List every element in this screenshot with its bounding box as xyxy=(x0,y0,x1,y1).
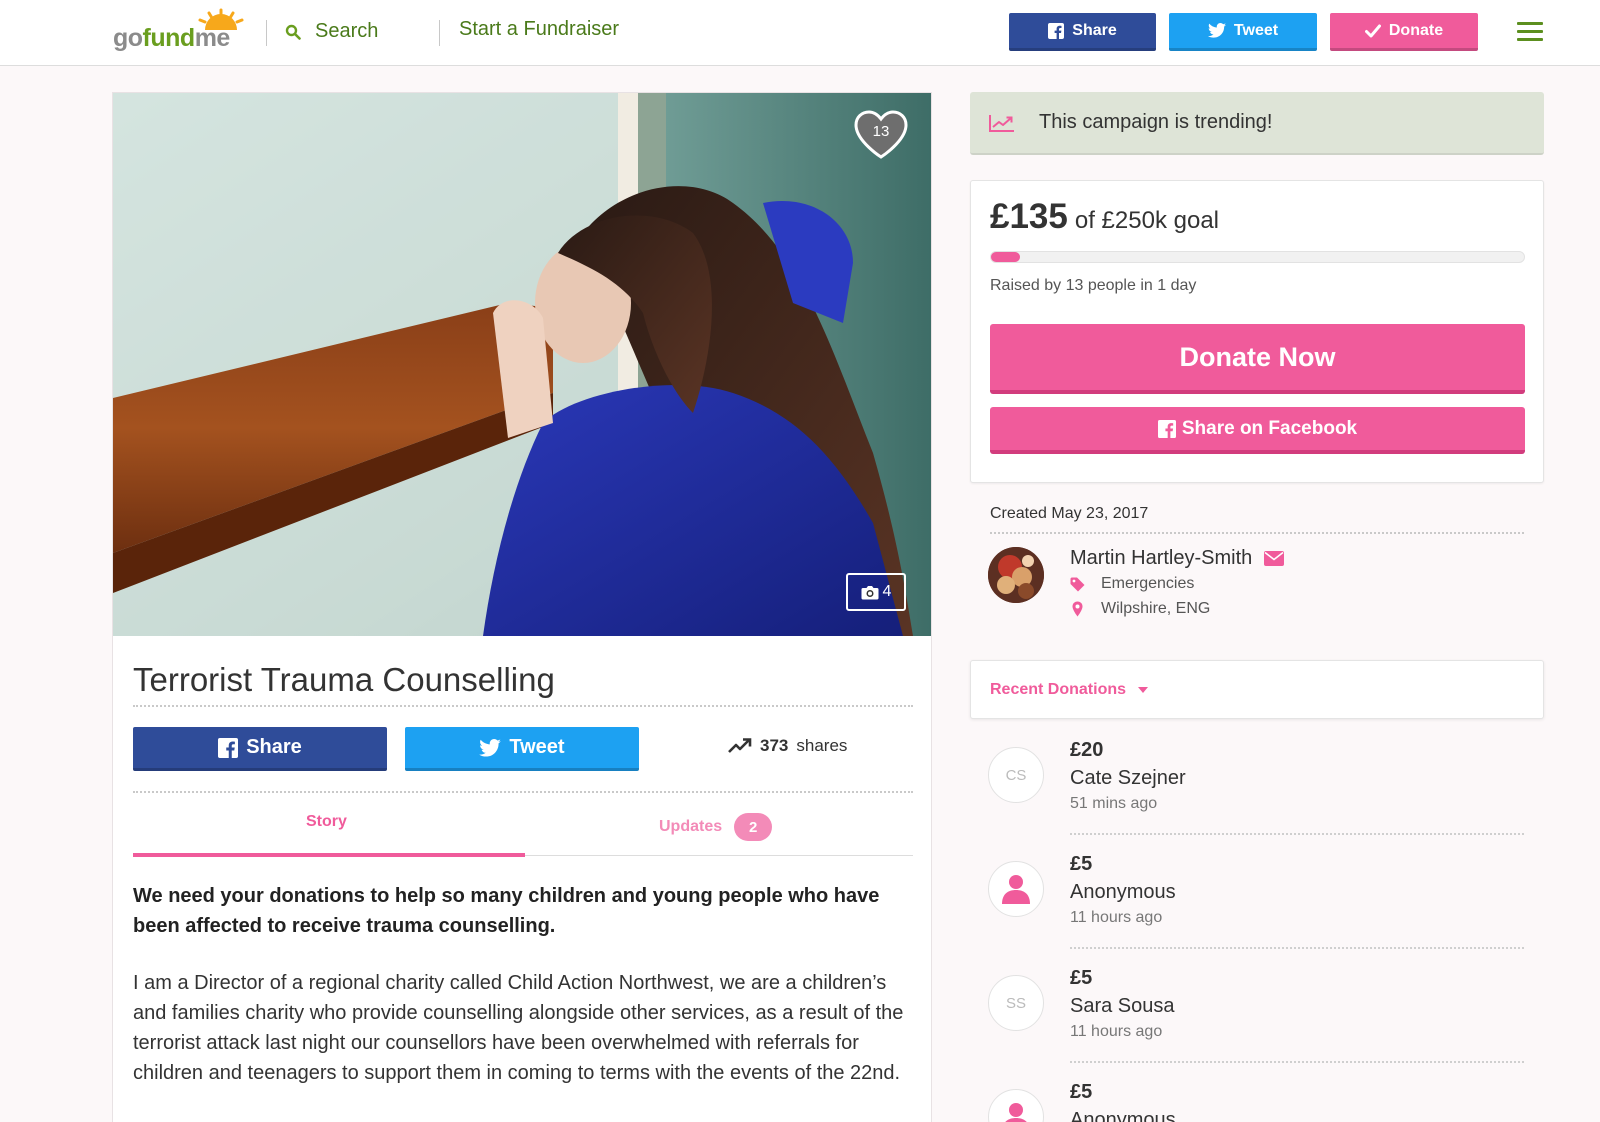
donor-avatar: SS xyxy=(988,975,1044,1031)
donor-avatar: CS xyxy=(988,747,1044,803)
caret-down-icon xyxy=(1138,687,1149,693)
envelope-icon[interactable] xyxy=(1264,551,1285,566)
donation-time: 51 mins ago xyxy=(1070,795,1158,812)
header-divider xyxy=(266,20,267,46)
location: Wilpshire, ENG xyxy=(1070,600,1210,618)
anonymous-user-icon xyxy=(1005,1103,1027,1122)
campaign-photo xyxy=(113,93,931,636)
tab-updates-label: Updates xyxy=(659,818,723,835)
category-label: Emergencies xyxy=(1101,575,1195,592)
campaign-card: 13 4 Terrorist Trauma Counselling Share … xyxy=(112,92,932,1122)
progress-bar xyxy=(990,251,1525,263)
organizer-photo xyxy=(988,547,1044,603)
donation-time: 11 hours ago xyxy=(1070,909,1163,926)
active-tab-indicator xyxy=(133,853,525,857)
trending-banner: This campaign is trending! xyxy=(970,92,1544,155)
donor-name: Sara Sousa xyxy=(1070,995,1175,1017)
divider xyxy=(990,532,1524,534)
campaign-title: Terrorist Trauma Counselling xyxy=(133,661,555,698)
heart-count: 13 xyxy=(872,123,890,140)
updates-badge: 2 xyxy=(734,813,773,841)
donor-avatar xyxy=(988,861,1044,917)
donor-name: Cate Szejner xyxy=(1070,767,1186,789)
donation-amount: £20 xyxy=(1070,739,1104,761)
location-pin-icon xyxy=(1072,601,1083,617)
search-label: Search xyxy=(315,20,379,42)
logo-text: gofundme xyxy=(113,24,230,52)
facebook-icon xyxy=(1048,22,1065,39)
organizer-name[interactable]: Martin Hartley-Smith xyxy=(1070,547,1252,570)
divider xyxy=(1070,1061,1524,1063)
category[interactable]: Emergencies xyxy=(1070,575,1194,593)
tab-divider xyxy=(525,855,913,856)
donor-name: Anonymous xyxy=(1070,1109,1176,1122)
trending-chart-icon xyxy=(989,114,1014,132)
search-icon xyxy=(285,24,301,40)
twitter-icon xyxy=(1207,23,1226,38)
shares-number: 373 xyxy=(760,736,789,755)
facebook-icon xyxy=(1157,419,1176,438)
anonymous-user-icon xyxy=(1002,875,1030,904)
share-facebook-button[interactable]: Share xyxy=(133,727,387,771)
facebook-icon xyxy=(218,737,239,758)
header-tweet-button[interactable]: Tweet xyxy=(1169,13,1317,51)
donate-now-button[interactable]: Donate Now xyxy=(990,324,1525,394)
organizer-avatar[interactable] xyxy=(988,547,1044,603)
progress-fill xyxy=(991,252,1020,262)
goal-amount: of £250k goal xyxy=(1074,207,1219,234)
photo-count-label: 4 xyxy=(882,583,892,600)
divider xyxy=(1070,947,1524,949)
divider xyxy=(133,791,913,793)
start-fundraiser-link[interactable]: Start a Fundraiser xyxy=(459,18,619,41)
tab-updates[interactable]: Updates 2 xyxy=(659,813,773,841)
campaign-hero-image[interactable]: 13 4 xyxy=(113,93,931,636)
recent-donations-header[interactable]: Recent Donations xyxy=(970,660,1544,719)
recent-donations-label: Recent Donations xyxy=(990,681,1127,698)
donation-goal-card: £135 of £250k goal Raised by 13 people i… xyxy=(970,180,1544,483)
created-date: Created May 23, 2017 xyxy=(990,505,1149,522)
header-donate-label: Donate xyxy=(1388,21,1444,39)
checkmark-icon xyxy=(1364,24,1381,37)
donation-amount: £5 xyxy=(1070,967,1093,989)
photo-gallery-button[interactable]: 4 xyxy=(846,573,906,611)
share-on-facebook-button[interactable]: Share on Facebook xyxy=(990,407,1525,454)
header-divider xyxy=(439,20,440,46)
header-tweet-label: Tweet xyxy=(1233,21,1279,39)
divider xyxy=(133,705,913,707)
raised-by-text: Raised by 13 people in 1 day xyxy=(990,277,1197,294)
top-header: gofundme Search Start a Fundraiser Share… xyxy=(0,0,1600,66)
tab-story[interactable]: Story xyxy=(306,813,347,831)
story-body: I am a Director of a regional charity ca… xyxy=(133,972,904,1084)
story-lead: We need your donations to help so many c… xyxy=(133,885,880,937)
share-label: Share xyxy=(246,736,302,758)
location-label: Wilpshire, ENG xyxy=(1101,600,1211,617)
raised-amount: £135 xyxy=(990,197,1068,236)
header-share-label: Share xyxy=(1072,21,1117,39)
header-share-button[interactable]: Share xyxy=(1009,13,1156,51)
tweet-label: Tweet xyxy=(509,736,565,758)
trending-text: This campaign is trending! xyxy=(1039,111,1273,133)
amount-raised: £135 of £250k goal xyxy=(990,197,1219,237)
donation-time: 11 hours ago xyxy=(1070,1023,1163,1040)
tag-icon xyxy=(1070,577,1085,591)
donor-avatar xyxy=(988,1089,1044,1122)
gofundme-logo[interactable]: gofundme xyxy=(113,8,248,58)
donation-amount: £5 xyxy=(1070,1081,1093,1103)
organizer: Martin Hartley-Smith xyxy=(1070,547,1285,570)
search-link[interactable]: Search xyxy=(285,20,378,43)
twitter-icon xyxy=(479,738,502,757)
shares-suffix: shares xyxy=(796,736,848,755)
hamburger-menu-icon[interactable] xyxy=(1517,22,1543,42)
trending-icon xyxy=(728,738,752,753)
recent-donations-toggle[interactable]: Recent Donations xyxy=(990,681,1149,699)
header-donate-button[interactable]: Donate xyxy=(1330,13,1478,51)
shares-count: 373 shares xyxy=(728,736,847,756)
share-on-facebook-label: Share on Facebook xyxy=(1181,417,1358,439)
donation-amount: £5 xyxy=(1070,853,1093,875)
camera-icon xyxy=(861,585,879,599)
donor-name: Anonymous xyxy=(1070,881,1176,903)
divider xyxy=(1070,833,1524,835)
tweet-button[interactable]: Tweet xyxy=(405,727,639,771)
